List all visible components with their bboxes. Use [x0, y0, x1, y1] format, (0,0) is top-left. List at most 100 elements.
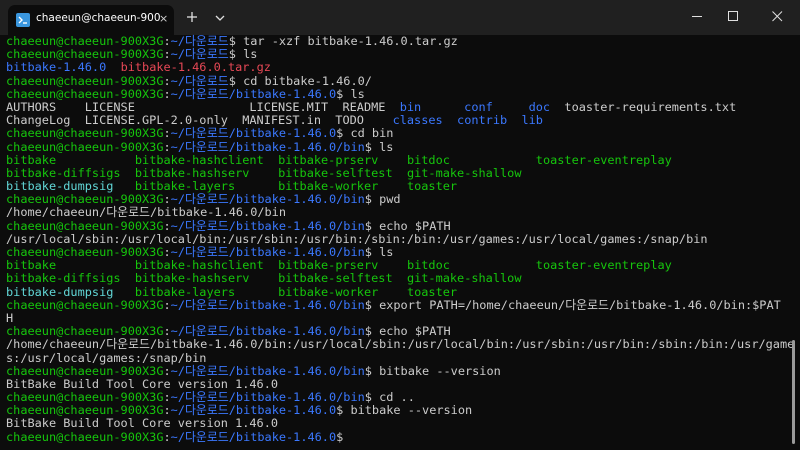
- terminal-text: $ pwd: [364, 192, 401, 207]
- archive-file-text: bitbake-1.46.0.tar.gz: [120, 60, 271, 75]
- directory-text: lib: [521, 113, 543, 128]
- directory-text: ~/다운로드/bitbake-1.46.0/bin: [170, 139, 365, 154]
- directory-text: classes: [392, 113, 443, 128]
- executable-text: bitbake: [6, 152, 57, 167]
- terminal-text: :: [163, 218, 171, 233]
- terminal-text: toaster-requirements.txt: [550, 99, 737, 114]
- executable-text: bitbake-layers: [134, 179, 236, 194]
- terminal-text: :: [163, 126, 171, 141]
- prompt-user: chaeeun@chaeeun-900X3G: [6, 297, 164, 312]
- terminal-text: $ ls: [364, 139, 394, 154]
- highlighted-text: bitbake-dumpsig: [6, 284, 114, 299]
- directory-text: ~/다운로드/bitbake-1.46.0: [170, 403, 337, 418]
- terminal-window: chaeeun@chaeeun-900X3G: ~ ×: [0, 0, 800, 450]
- maximize-button[interactable]: [710, 0, 756, 33]
- prompt-user: chaeeun@chaeeun-900X3G: [6, 73, 164, 88]
- terminal-text: :: [163, 363, 171, 378]
- executable-text: bitbake-selftest: [278, 165, 393, 180]
- terminal-text: :: [163, 86, 171, 101]
- terminal-text: $ cd ..: [364, 390, 415, 405]
- terminal-text: $ cd bitbake-1.46.0/: [228, 73, 372, 88]
- minimize-icon: [692, 16, 702, 17]
- terminal-text: $: [336, 429, 344, 444]
- directory-text: bin: [399, 99, 422, 114]
- chevron-down-icon[interactable]: [214, 11, 226, 23]
- title-bar: chaeeun@chaeeun-900X3G: ~ ×: [0, 0, 800, 35]
- terminal-icon: [16, 13, 30, 27]
- close-window-button[interactable]: [754, 0, 800, 33]
- executable-text: bitbake: [6, 258, 57, 273]
- executable-text: bitbake-prserv: [278, 152, 379, 167]
- executable-text: bitbake-hashserv: [134, 165, 250, 180]
- terminal-text: /home/chaeeun/다운로드/bitbake-1.46.0/bin: [6, 205, 286, 220]
- terminal-text: :: [163, 47, 171, 62]
- executable-text: git-make-shallow: [406, 165, 522, 180]
- close-tab-icon[interactable]: ×: [159, 12, 168, 25]
- terminal-text: :: [163, 34, 171, 48]
- prompt-user: chaeeun@chaeeun-900X3G: [6, 363, 164, 378]
- terminal-text: $ echo $PATH: [364, 218, 451, 233]
- directory-text: ~/다운로드/bitbake-1.46.0/bin: [170, 192, 365, 207]
- terminal-output[interactable]: chaeeun@chaeeun-900X3G:~/다운로드$ tar -xzf …: [0, 34, 794, 450]
- terminal-text: :: [163, 390, 171, 405]
- prompt-user: chaeeun@chaeeun-900X3G: [6, 245, 164, 259]
- scrollbar[interactable]: [792, 340, 795, 444]
- directory-text: ~/다운로드: [170, 73, 229, 88]
- executable-text: toaster-eventreplay: [535, 152, 672, 167]
- highlighted-text: bitbake-dumpsig: [6, 179, 114, 194]
- executable-text: bitbake-prserv: [278, 258, 379, 273]
- tab-title: chaeeun@chaeeun-900X3G: ~: [36, 12, 160, 24]
- terminal-text: $ ls: [228, 47, 258, 62]
- terminal-text: /usr/local/sbin:/usr/local/bin:/usr/sbin…: [6, 231, 708, 246]
- executable-text: bitbake-worker: [278, 284, 379, 299]
- prompt-user: chaeeun@chaeeun-900X3G: [6, 403, 164, 418]
- executable-text: bitbake-hashclient: [134, 152, 264, 167]
- directory-text: ~/다운로드/bitbake-1.46.0/bin: [170, 218, 365, 233]
- terminal-text: :: [163, 73, 171, 88]
- directory-text: ~/다운로드/bitbake-1.46.0/bin: [170, 390, 365, 405]
- terminal-text: $ bitbake --version: [364, 363, 501, 378]
- terminal-text: :: [163, 139, 171, 154]
- prompt-user: chaeeun@chaeeun-900X3G: [6, 390, 164, 405]
- terminal-tab[interactable]: chaeeun@chaeeun-900X3G: ~ ×: [8, 5, 174, 35]
- executable-text: bitbake-layers: [134, 284, 236, 299]
- terminal-text: AUTHORS LICENSE LICENSE.MIT README: [6, 99, 400, 114]
- executable-text: toaster: [406, 284, 458, 299]
- directory-text: bitbake-1.46.0: [6, 60, 107, 75]
- terminal-text: $ cd bin: [336, 126, 394, 141]
- prompt-user: chaeeun@chaeeun-900X3G: [6, 34, 164, 48]
- terminal-line: chaeeun@chaeeun-900X3G:~/다운로드/bitbake-1.…: [6, 297, 790, 312]
- prompt-user: chaeeun@chaeeun-900X3G: [6, 429, 164, 444]
- executable-text: toaster: [406, 179, 458, 194]
- close-icon: [772, 11, 783, 22]
- terminal-text: $ export PATH=/home/chaeeun/다운로드/bitbake…: [364, 297, 781, 312]
- directory-text: ~/다운로드/bitbake-1.46.0/bin: [170, 297, 365, 312]
- directory-text: ~/다운로드/bitbake-1.46.0: [170, 126, 337, 141]
- directory-text: doc: [528, 99, 551, 114]
- directory-text: contrib: [457, 113, 508, 128]
- plus-icon[interactable]: [184, 9, 200, 25]
- terminal-text: :: [163, 192, 171, 207]
- directory-text: ~/다운로드/bitbake-1.46.0: [170, 429, 337, 444]
- terminal-text: $ echo $PATH: [364, 324, 451, 339]
